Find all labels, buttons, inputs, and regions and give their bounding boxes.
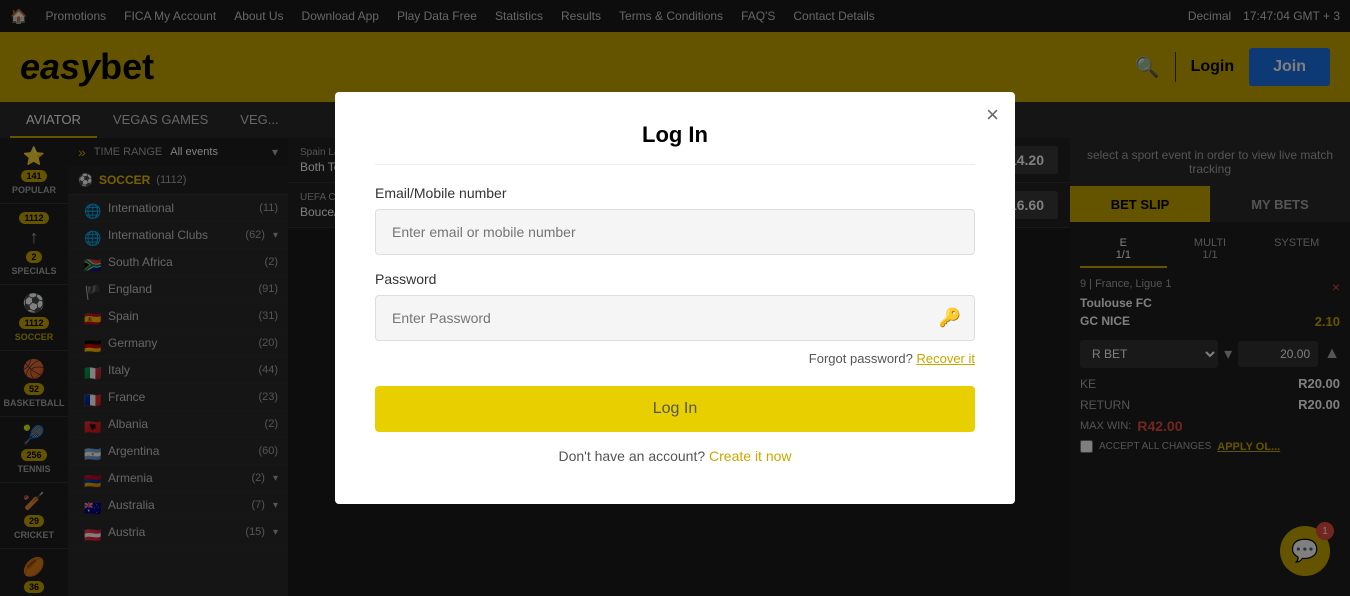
email-input[interactable] [375,209,975,255]
password-label: Password [375,271,975,287]
forgot-text: Forgot password? [809,351,913,366]
no-account-text: Don't have an account? [558,448,705,464]
modal-overlay: × Log In Email/Mobile number Password 🔑 … [0,0,1350,596]
create-account-link[interactable]: Create it now [709,448,791,464]
forgot-row: Forgot password? Recover it [375,351,975,366]
no-account-row: Don't have an account? Create it now [375,448,975,464]
password-input[interactable] [375,295,975,341]
modal-close-button[interactable]: × [986,104,999,126]
recover-link[interactable]: Recover it [916,351,975,366]
login-modal: × Log In Email/Mobile number Password 🔑 … [335,92,1015,504]
login-submit-button[interactable]: Log In [375,386,975,432]
password-wrapper: 🔑 [375,295,975,341]
password-toggle-icon[interactable]: 🔑 [939,308,961,329]
modal-title: Log In [375,122,975,165]
email-label: Email/Mobile number [375,185,975,201]
